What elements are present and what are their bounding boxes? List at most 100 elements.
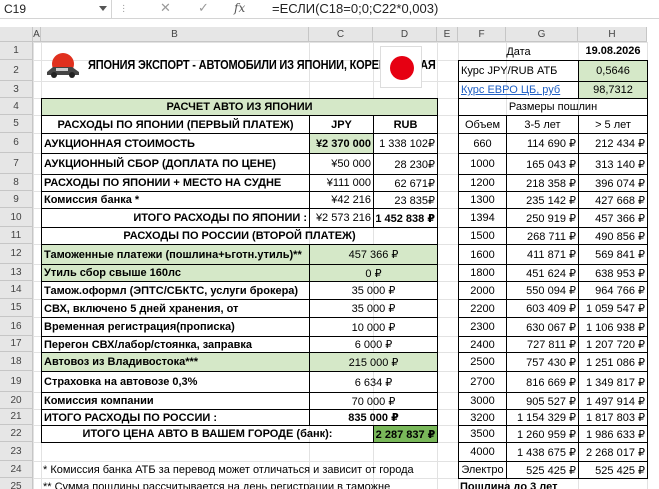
duty-row-5plus[interactable]: 525 425 ₽ [578,461,648,479]
duty-row-3-5[interactable]: 905 527 ₽ [506,392,579,410]
duty-row-volume[interactable]: 660 [458,133,507,154]
duty-row-volume[interactable]: 2300 [458,317,507,337]
duty-row-5plus[interactable]: 490 856 ₽ [578,227,648,245]
date-value[interactable]: 19.08.2026 [578,42,648,61]
row-header-5[interactable]: 5 [0,115,33,133]
insert-function-icon[interactable]: fx [234,1,245,15]
row-header-3[interactable]: 3 [0,81,33,98]
duty-row-volume[interactable]: 3000 [458,392,507,410]
column-header-a[interactable]: A [33,27,41,42]
duty-row-volume[interactable]: 2500 [458,352,507,372]
age-5plus-column-header[interactable]: > 5 лет [578,115,648,134]
duty-row-volume[interactable]: 2200 [458,299,507,318]
duty-row-5plus[interactable]: 1 349 817 ₽ [578,371,648,393]
column-header-e[interactable]: E [437,27,458,42]
japan-total-jpy[interactable]: ¥2 573 216 [309,208,374,228]
row-header-8[interactable]: 8 [0,174,33,191]
duty-row-3-5[interactable]: 816 669 ₽ [506,371,579,393]
russia-total-value[interactable]: 835 000 ₽ [309,409,438,426]
select-all-corner[interactable] [0,27,33,42]
row-header-17[interactable]: 17 [0,336,33,352]
duty-row-5plus[interactable]: 1 207 720 ₽ [578,336,648,353]
duty-row-volume[interactable]: 3200 [458,409,507,426]
duty-row-3-5[interactable]: 630 067 ₽ [506,317,579,337]
duty-row-3-5[interactable]: 451 624 ₽ [506,264,579,282]
row-header-11[interactable]: 11 [0,227,33,244]
duty-row-3-5[interactable]: 550 094 ₽ [506,281,579,300]
column-header-g[interactable]: G [506,27,578,42]
grand-total-value[interactable]: 2 287 837 ₽ [373,425,438,443]
row-header-16[interactable]: 16 [0,317,33,336]
duties-header[interactable]: Размеры пошлин [458,98,648,116]
grand-total-label[interactable]: ИТОГО ЦЕНА АВТО В ВАШЕМ ГОРОДЕ (банк): [41,425,374,443]
duty-row-5plus[interactable]: 964 766 ₽ [578,281,648,300]
duty-row-5plus[interactable]: 1 986 633 ₽ [578,425,648,443]
column-header-f[interactable]: F [458,27,506,42]
duty-row-3-5[interactable]: 268 711 ₽ [506,227,579,245]
row-header-14[interactable]: 14 [0,281,33,299]
row-header-9[interactable]: 9 [0,191,33,208]
row-header-20[interactable]: 20 [0,392,33,409]
duty-row-5plus[interactable]: 427 668 ₽ [578,191,648,209]
duty-row-3-5[interactable]: 250 919 ₽ [506,208,579,228]
duty-row-5plus[interactable]: 1 497 914 ₽ [578,392,648,410]
row-header-19[interactable]: 19 [0,371,33,392]
japan-row-rub[interactable]: 23 835₽ [373,191,438,209]
russia-row-label[interactable]: СВХ, включено 5 дней хранения, от [41,299,310,318]
russia-row-value[interactable]: 457 366 ₽ [309,244,438,265]
row-header-18[interactable]: 18 [0,352,33,371]
russia-row-value[interactable]: 35 000 ₽ [309,299,438,318]
duty-row-3-5[interactable]: 218 358 ₽ [506,174,579,192]
russia-row-label[interactable]: Страховка на автовозе 0,3% [41,371,310,393]
duty-row-volume[interactable]: 4000 [458,442,507,462]
date-label[interactable]: Дата [458,42,579,61]
row-header-1[interactable]: 1 [0,42,33,60]
russia-row-value[interactable]: 35 000 ₽ [309,281,438,300]
duty-row-5plus[interactable]: 396 074 ₽ [578,174,648,192]
duty-row-volume[interactable]: 3500 [458,425,507,443]
japan-row-rub[interactable]: 62 671₽ [373,174,438,192]
russia-row-value[interactable]: 10 000 ₽ [309,317,438,337]
japan-row-rub[interactable]: 1 338 102₽ [373,133,438,154]
russia-row-label[interactable]: Таможенные платежи (пошлина+ьготн.утиль)… [41,244,310,265]
russia-row-value[interactable]: 6 634 ₽ [309,371,438,393]
duty-row-3-5[interactable]: 411 871 ₽ [506,244,579,265]
eur-rate-value[interactable]: 98,7312 [578,81,648,99]
row-header-13[interactable]: 13 [0,264,33,281]
duty-row-3-5[interactable]: 1 260 959 ₽ [506,425,579,443]
russia-row-label[interactable]: Временная регистрация(прописка) [41,317,310,337]
row-header-12[interactable]: 12 [0,244,33,264]
row-header-23[interactable]: 23 [0,442,33,461]
russia-row-value[interactable]: 0 ₽ [309,264,438,282]
row-header-22[interactable]: 22 [0,425,33,442]
name-box[interactable]: C19 [0,0,112,18]
jpy-rate-label[interactable]: Курс JPY/RUB АТБ [458,60,579,82]
duty-row-3-5[interactable]: 603 409 ₽ [506,299,579,318]
row-header-7[interactable]: 7 [0,153,33,174]
duties-footer[interactable]: Пошлина до 3 лет [458,478,648,489]
duty-row-5plus[interactable]: 1 059 547 ₽ [578,299,648,318]
japan-total-label[interactable]: ИТОГО РАСХОДЫ ПО ЯПОНИИ : [41,208,310,228]
japan-row-label[interactable]: АУКЦИОННАЯ СТОИМОСТЬ [41,133,310,154]
duty-row-volume[interactable]: 1000 [458,153,507,175]
japan-row-rub[interactable]: 28 230₽ [373,153,438,175]
duty-row-5plus[interactable]: 638 953 ₽ [578,264,648,282]
russia-row-label[interactable]: Утиль сбор свыше 160лс [41,264,310,282]
russia-row-label[interactable]: Тамож.оформл (ЭПТС/СБКТС, услуги брокера… [41,281,310,300]
duty-row-volume[interactable]: 2700 [458,371,507,393]
duty-row-volume[interactable]: Электро [458,461,507,479]
japan-row-jpy[interactable]: ¥2 370 000 [309,133,374,154]
duty-row-5plus[interactable]: 212 434 ₽ [578,133,648,154]
volume-column-header[interactable]: Объем [458,115,507,134]
row-header-15[interactable]: 15 [0,299,33,317]
japan-row-label[interactable]: АУКЦИОННЫЙ СБОР (ДОПЛАТА ПО ЦЕНЕ) [41,153,310,175]
duty-row-3-5[interactable]: 114 690 ₽ [506,133,579,154]
footnote-bank-commission[interactable]: * Комиссия банка АТБ за перевод может от… [41,461,459,479]
eur-rate-label[interactable]: Курс ЕВРО ЦБ, руб [461,84,560,96]
russia-row-value[interactable]: 70 000 ₽ [309,392,438,410]
duty-row-3-5[interactable]: 235 142 ₽ [506,191,579,209]
row-header-24[interactable]: 24 [0,461,33,478]
duty-row-volume[interactable]: 1800 [458,264,507,282]
duty-row-5plus[interactable]: 313 140 ₽ [578,153,648,175]
row-header-6[interactable]: 6 [0,133,33,153]
